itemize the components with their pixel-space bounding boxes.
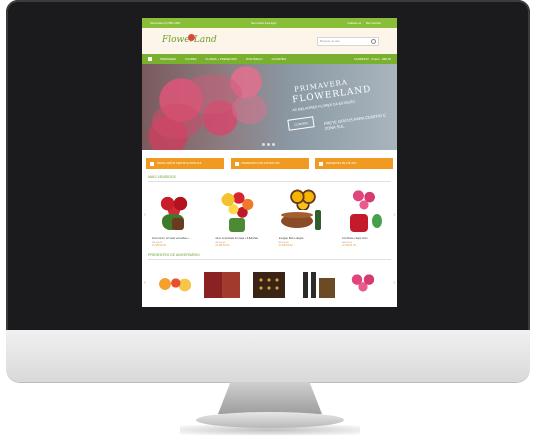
- promo-discount[interactable]: PRESENTES COM ATÉ 50% OFF: [230, 158, 309, 169]
- promo-row: FRETE GRÁTIS CENTRO E ZONA SUL PRESENTES…: [142, 150, 397, 169]
- product-name[interactable]: Lírio Rosa e Sapo Cano: [342, 237, 387, 240]
- product-name[interactable]: Amor ou Amizade 12 rosas + 6 Bolinhas: [215, 237, 260, 240]
- product-card[interactable]: Energia | Bolo e alegria R$ 139,00 2x R$…: [279, 188, 324, 247]
- nav-item-preco[interactable]: POR PREÇO: [246, 57, 263, 61]
- product-image[interactable]: [200, 268, 245, 307]
- nav-item-ocasioes[interactable]: OCASIÕES: [272, 57, 287, 61]
- monitor-chin: [6, 330, 530, 382]
- search-placeholder: Busque no site: [320, 39, 340, 43]
- product-image[interactable]: [342, 188, 387, 234]
- carousel-dot[interactable]: [262, 143, 265, 146]
- nav-item-primavera[interactable]: PRIMAVERA: [160, 57, 176, 61]
- product-image[interactable]: [279, 188, 324, 234]
- search-icon[interactable]: [371, 38, 376, 44]
- welcome-link[interactable]: Bem-vindo! Faça login: [251, 22, 276, 25]
- product-name[interactable]: Energia | Bolo e alegria: [279, 237, 324, 240]
- banner-side-text: FRETE GRÁTIS PARA CENTRO E ZONA SUL: [323, 112, 387, 132]
- promo-label: PRESENTES DE ATÉ 40%: [326, 162, 357, 165]
- carousel-dot[interactable]: [267, 143, 270, 146]
- product-image[interactable]: [215, 188, 260, 234]
- product-price: 2x R$ 54,50: [215, 244, 230, 247]
- gift-icon: [319, 161, 323, 166]
- product-image[interactable]: [152, 268, 197, 307]
- website-screen: Televendas (11) 5511-1000 Bem-vindo! Faç…: [142, 18, 397, 307]
- phone-text: Televendas (11) 5511-1000: [150, 21, 181, 25]
- tag-icon: [234, 161, 239, 166]
- product-price: 2x R$ 54,50: [152, 244, 166, 247]
- top-bar: Televendas (11) 5511-1000 Bem-vindo! Faç…: [142, 18, 397, 28]
- home-icon[interactable]: [148, 57, 152, 61]
- product-carousel: ‹ Amor Amor | 12 rosas vermelhas + ... R…: [142, 182, 397, 247]
- carousel-dot[interactable]: [272, 143, 275, 146]
- nav-item-flores[interactable]: FLORES: [185, 57, 196, 61]
- nav-cart[interactable]: CARRINHO · 0 itens · R$0,00: [354, 57, 391, 61]
- flower-icon: [188, 34, 195, 41]
- product-image[interactable]: [295, 268, 340, 307]
- nav-item-flores-presentes[interactable]: FLORES + PRESENTES: [205, 57, 236, 61]
- banner-cta-button[interactable]: CONFIRA: [287, 116, 315, 131]
- hero-banner[interactable]: PRIMAVERA FLOWERLAND AS MELHORES FLORES …: [142, 64, 397, 150]
- section-title-birthday: PRESENTES DE ANIVERSÁRIO: [148, 253, 200, 257]
- carousel-dots[interactable]: [262, 143, 277, 146]
- section-title-bestsellers: MAIS VENDIDOS: [148, 175, 176, 179]
- promo-free-shipping[interactable]: FRETE GRÁTIS CENTRO E ZONA SUL: [146, 158, 224, 169]
- monitor-stand-base: [196, 412, 344, 428]
- register-link[interactable]: Cadastre-se: [348, 22, 362, 25]
- chevron-left-icon[interactable]: ‹: [144, 280, 146, 286]
- product-card[interactable]: Amor Amor | 12 rosas vermelhas + ... R$ …: [152, 188, 197, 247]
- promo-label: PRESENTES COM ATÉ 50% OFF: [241, 162, 280, 165]
- product-image[interactable]: [342, 268, 387, 307]
- product-name[interactable]: Amor Amor | 12 rosas vermelhas + ...: [152, 237, 197, 240]
- product-card[interactable]: Lírio Rosa e Sapo Cano R$ 102,00 2x R$ 5…: [342, 188, 387, 247]
- chevron-right-icon[interactable]: ›: [393, 212, 395, 218]
- truck-icon: [150, 161, 154, 166]
- promo-label: FRETE GRÁTIS CENTRO E ZONA SUL: [157, 162, 202, 165]
- product-price: 2x R$ 51,00: [341, 244, 356, 247]
- product-carousel-birthday: ‹ ›: [142, 260, 397, 307]
- main-nav: PRIMAVERA FLORES FLORES + PRESENTES POR …: [142, 54, 397, 64]
- product-price: 2x R$ 69,50: [278, 244, 293, 247]
- site-header: FlowerLand Busque no site: [142, 28, 397, 54]
- monitor-stand-neck: [218, 382, 322, 414]
- product-image[interactable]: [247, 268, 292, 307]
- product-image[interactable]: [152, 188, 197, 234]
- product-card[interactable]: Amor ou Amizade 12 rosas + 6 Bolinhas R$…: [215, 188, 260, 247]
- chevron-right-icon[interactable]: ›: [393, 280, 395, 286]
- search-field[interactable]: Busque no site: [317, 36, 379, 46]
- cart-link[interactable]: Meu Carrinho: [366, 22, 381, 25]
- site-logo[interactable]: FlowerLand: [160, 32, 217, 50]
- chevron-left-icon[interactable]: ‹: [144, 212, 146, 218]
- promo-gifts[interactable]: PRESENTES DE ATÉ 40%: [315, 158, 393, 169]
